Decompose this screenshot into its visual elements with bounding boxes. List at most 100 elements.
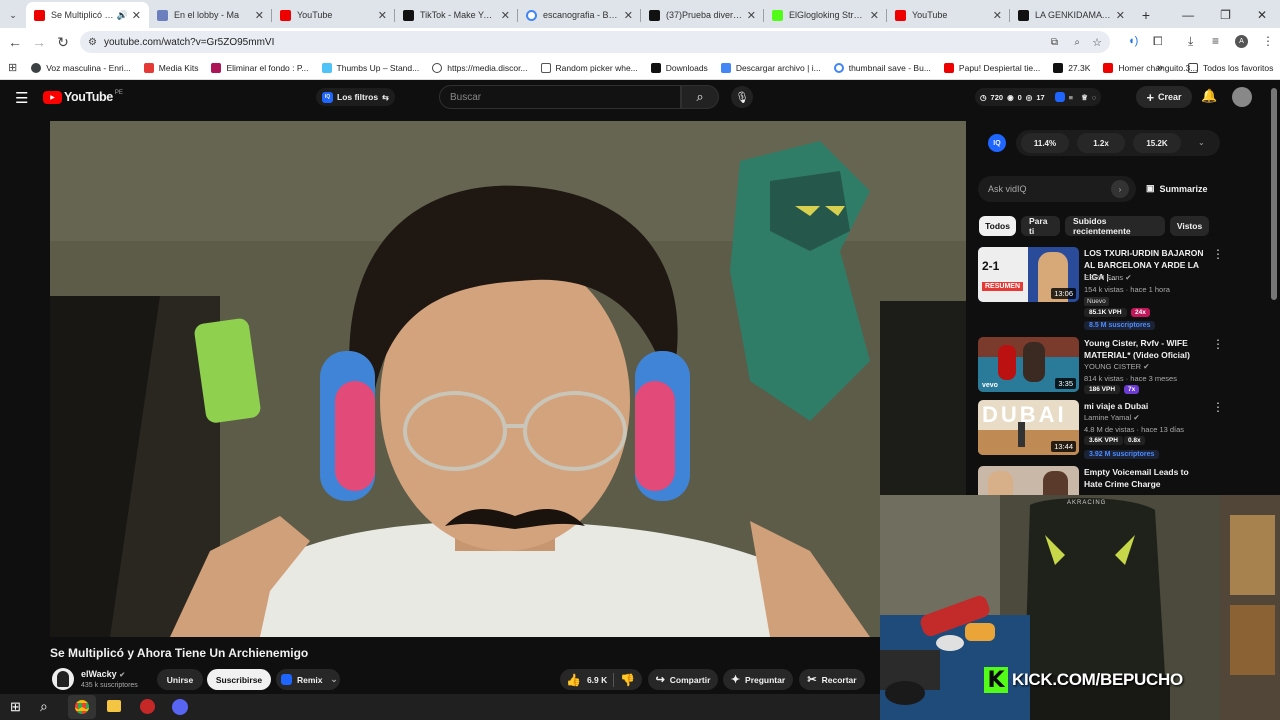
channel-name[interactable]: Lamine Yamal ✔ [1084,413,1140,422]
close-tab-icon[interactable]: ✕ [255,9,264,22]
like-button[interactable]: 👍 6.9 K [566,673,607,687]
more-options-icon[interactable]: ⋮ [1212,400,1224,414]
site-info-icon[interactable]: ⚙ [88,37,97,48]
chip-para-ti[interactable]: Para ti [1021,216,1060,236]
vidiq-filters-button[interactable]: IQ Los filtros ⇆ [316,88,395,106]
create-button[interactable]: + Crear [1136,86,1192,108]
forward-icon[interactable]: → [27,34,51,50]
youtube-logo[interactable]: ▶ YouTube PE [43,90,123,104]
file-explorer-icon[interactable] [107,700,121,712]
discord-icon[interactable] [172,699,188,715]
browser-tab[interactable]: (37)Prueba divertida ✕ [641,2,764,28]
menu-icon[interactable]: ⋮ [1262,34,1274,48]
tab-search-button[interactable]: ⌄ [0,2,26,28]
channel-name[interactable]: ESPN Fans ✔ [1084,273,1132,282]
channel-name[interactable]: YOUNG CISTER ✔ [1084,362,1149,371]
extensions-icon[interactable]: ⧠ [1153,34,1163,49]
search-input[interactable]: Buscar [439,85,681,109]
bookmark-item[interactable]: thumbnail save - Bu... [833,62,931,73]
close-tab-icon[interactable]: ✕ [378,9,387,22]
video-title[interactable]: Young Cister, Rvfv - WIFE MATERIAL* (Vid… [1084,337,1208,361]
bookmark-item[interactable]: Random picker whe... [540,62,638,73]
browser-tab[interactable]: YouTube ✕ [272,2,395,28]
send-icon[interactable]: › [1111,180,1129,198]
chip-todos[interactable]: Todos [979,216,1016,236]
bookmark-item[interactable]: https://media.discor... [432,62,528,73]
browser-tab[interactable]: ElGlogloking Stream ✕ [764,2,887,28]
video-thumbnail[interactable] [978,466,1079,496]
search-button[interactable]: ⌕ [681,85,719,109]
voice-search-button[interactable]: 🎙 [731,86,753,108]
close-tab-icon[interactable]: ✕ [1116,9,1125,22]
page-scrollbar[interactable] [1271,88,1277,300]
bookmark-item[interactable]: Media Kits [143,62,198,73]
recommendation-card[interactable]: Empty Voicemail Leads to Hate Crime Char… [978,466,1208,496]
bookmark-item[interactable]: 27.3K [1053,62,1090,73]
bookmark-star-icon[interactable]: ☆ [1092,36,1102,49]
user-avatar[interactable] [1232,87,1252,107]
browser-tab[interactable]: TikTok - Make Your D ✕ [395,2,518,28]
more-bookmarks-icon[interactable]: » [1157,62,1163,74]
speaker-icon[interactable]: 🔊 [117,10,128,21]
hamburger-menu-icon[interactable]: ☰ [15,89,28,107]
app-icon[interactable] [140,699,155,714]
zoom-icon[interactable]: ⌕ [1074,37,1080,48]
all-favorites[interactable]: Todos los favoritos [1188,62,1273,73]
thumbs-down-icon[interactable]: 👎 [620,673,635,687]
recommendation-card[interactable]: DUBAI 13:44 mi viaje a Dubai Lamine Yama… [978,400,1224,462]
download-icon[interactable]: ⤓ [1188,34,1193,49]
notifications-icon[interactable]: 🔔 [1201,88,1217,104]
video-title[interactable]: mi viaje a Dubai [1084,400,1208,412]
media-icon[interactable]: ≡ [1212,34,1219,48]
windows-start-icon[interactable]: ⊞ [10,699,21,715]
audio-icon[interactable]: ◖) [1128,35,1138,47]
close-tab-icon[interactable]: ✕ [747,9,756,22]
channel-name[interactable]: elWacky ✔ [81,669,125,679]
subscribe-button[interactable]: Suscribirse [207,669,271,690]
close-tab-icon[interactable]: ✕ [501,9,510,22]
channel-avatar[interactable] [52,668,74,690]
close-tab-icon[interactable]: ✕ [132,9,141,22]
cast-icon[interactable]: ⧉ [1051,37,1058,48]
close-tab-icon[interactable]: ✕ [993,9,1002,22]
bookmark-item[interactable]: Thumbs Up – Stand... [321,62,419,73]
chrome-taskbar-button[interactable] [68,695,96,719]
close-tab-icon[interactable]: ✕ [624,9,633,22]
ask-vidiq-input[interactable]: Ask vidIQ › [978,176,1136,202]
vidiq-stats-bar[interactable]: ◷ 720 ◉ 0 ◎ 17 ≡ ♕ ◌ [975,88,1102,106]
address-bar[interactable]: ⚙ youtube.com/watch?v=Gr5ZO95mmVI ⧉ ⌕ ☆ [80,31,1110,53]
video-thumbnail[interactable]: 2-1 RESUMEN 13:06 [978,247,1079,302]
close-tab-icon[interactable]: ✕ [870,9,879,22]
video-thumbnail[interactable]: DUBAI 13:44 [978,400,1079,455]
minimize-icon[interactable]: — [1182,8,1194,22]
apps-grid-icon[interactable]: ⊞ [8,61,17,74]
summarize-button[interactable]: ▣ Summarize [1146,183,1208,194]
recommendation-card[interactable]: 2-1 RESUMEN 13:06 LOS TXURI-URDIN BAJARO… [978,247,1224,335]
browser-tab[interactable]: En el lobby - Ma ✕ [149,2,272,28]
browser-tab[interactable]: escanografia - Busca ✕ [518,2,641,28]
close-window-icon[interactable]: ✕ [1257,8,1267,22]
browser-tab[interactable]: YouTube ✕ [887,2,1010,28]
profile-avatar[interactable]: A [1235,35,1248,48]
remix-button[interactable]: Remix ⌄ [276,669,340,690]
video-thumbnail[interactable]: vevo 3:35 [978,337,1079,392]
bookmark-item[interactable]: Papu! Despiertal tie... [943,62,1040,73]
chip-subidos-recientemente[interactable]: Subidos recientemente [1065,216,1165,236]
more-options-icon[interactable]: ⋮ [1212,247,1224,261]
new-tab-button[interactable]: + [1133,2,1159,28]
bookmark-item[interactable]: Descargar archivo | i... [720,62,821,73]
browser-tab[interactable]: LA GENKIDAMA ERE ✕ [1010,2,1133,28]
search-icon[interactable]: ⌕ [40,698,48,715]
more-options-icon[interactable]: ⋮ [1212,337,1224,351]
video-player[interactable] [50,121,966,637]
chip-vistos[interactable]: Vistos [1170,216,1209,236]
reload-icon[interactable]: ↻ [51,34,75,51]
ask-button[interactable]: ✦ Preguntar [723,669,793,690]
share-button[interactable]: ↪ Compartir [648,669,718,690]
bookmark-item[interactable]: Downloads [650,62,708,73]
bookmark-item[interactable]: Eliminar el fondo : P... [211,62,309,73]
chevron-down-icon[interactable]: ⌄ [1198,138,1205,147]
browser-tab[interactable]: Se Multiplicó y A 🔊 ✕ [26,2,149,28]
back-icon[interactable]: ← [3,34,27,50]
bookmark-item[interactable]: Homer changuito.3... [1103,62,1197,73]
